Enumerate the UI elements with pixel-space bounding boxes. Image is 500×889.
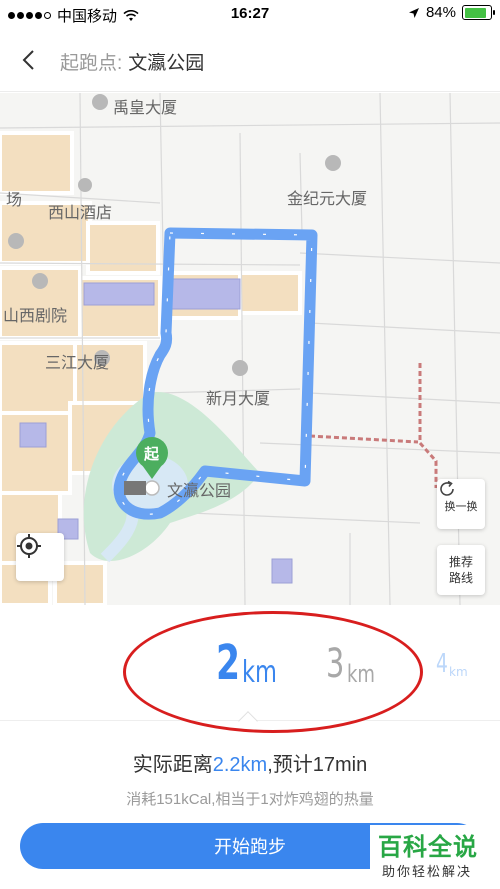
poi-label: 西山酒店 xyxy=(48,205,113,222)
actual-distance: 2.2km xyxy=(212,754,268,776)
nav-header: 起跑点: 文瀛公园 xyxy=(0,28,500,92)
watermark-logo: 百科全说 助你轻松解决 xyxy=(370,825,498,887)
summary-prefix: 实际距离 xyxy=(132,754,213,776)
poi-label: 禹皇大厦 xyxy=(113,100,178,117)
distance-option[interactable]: 4 km xyxy=(436,649,468,679)
back-icon[interactable] xyxy=(18,48,42,72)
start-point-name: 文瀛公园 xyxy=(128,53,205,74)
estimated-time: ,预计17min xyxy=(267,754,368,776)
battery-percent: 84% xyxy=(425,4,456,21)
refresh-icon xyxy=(440,480,454,496)
watermark-title: 百科全说 xyxy=(378,834,478,861)
poi-label: 新月大厦 xyxy=(206,391,271,408)
swap-route-button[interactable]: 换一换 xyxy=(437,479,485,529)
crosshair-icon xyxy=(17,534,41,558)
poi-label: 金纪元大厦 xyxy=(287,191,368,208)
poi-label: 三江大厦 xyxy=(45,355,110,372)
distance-unit: km xyxy=(449,665,468,679)
poi-label: 场 xyxy=(6,192,23,209)
start-run-label: 开始跑步 xyxy=(214,837,286,857)
swap-route-label: 换一换 xyxy=(444,500,478,513)
location-arrow-icon xyxy=(408,7,419,18)
annotation-ellipse xyxy=(123,611,423,733)
recommended-route-button[interactable]: 推荐 路线 xyxy=(437,545,485,595)
distance-summary: 实际距离2.2km,预计17min xyxy=(0,748,500,777)
start-marker-label: 起 xyxy=(144,446,160,463)
page-title: 起跑点: 文瀛公园 xyxy=(60,48,204,75)
route-label-1: 推荐 xyxy=(448,555,473,569)
locate-button[interactable] xyxy=(16,533,64,581)
calorie-summary: 消耗151kCal,相当于1对炸鸡翅的热量 xyxy=(126,791,374,808)
title-label: 起跑点: xyxy=(60,53,123,74)
battery-icon xyxy=(462,5,495,20)
watermark-subtitle: 助你轻松解决 xyxy=(382,864,473,879)
route-map[interactable]: 禹皇大厦 场 西山酒店 金纪元大厦 山西剧院 三江大厦 新月大厦 文瀛公园 起 … xyxy=(0,93,500,605)
poi-label: 山西剧院 xyxy=(3,308,68,325)
poi-label: 文瀛公园 xyxy=(167,483,232,500)
status-right: 84% xyxy=(408,4,495,21)
status-bar: 中国移动 16:27 84% xyxy=(0,0,500,28)
route-label-2: 路线 xyxy=(448,571,473,585)
distance-value: 4 xyxy=(436,649,448,679)
